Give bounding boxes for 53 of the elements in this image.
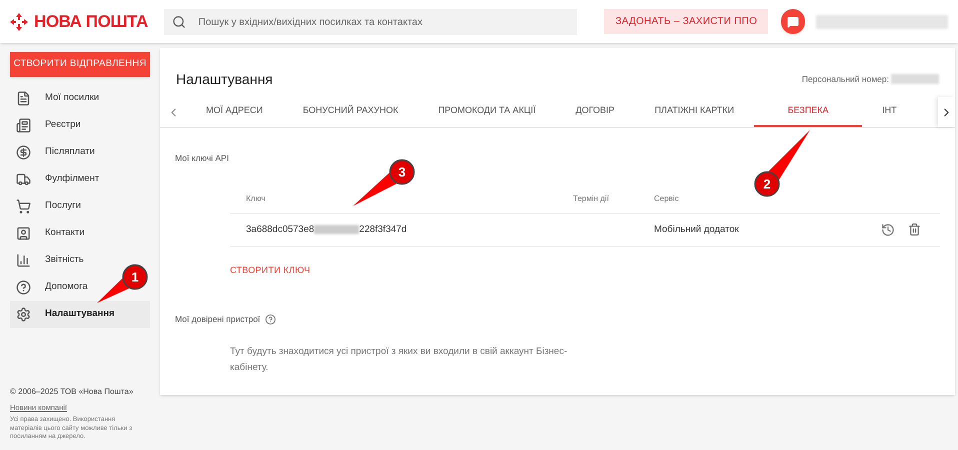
sidebar-item[interactable]: Мої посилки — [10, 85, 106, 112]
bar-chart-icon — [16, 253, 31, 268]
column-header: Сервіс — [654, 192, 679, 205]
sidebar-item[interactable]: Звітність — [10, 247, 90, 274]
sidebar-item[interactable]: Реєстри — [10, 112, 87, 139]
sidebar-item[interactable]: Налаштування — [10, 301, 150, 328]
column-header: Ключ — [245, 192, 266, 205]
api-key-text: 3a688dc0573e8 — [246, 222, 314, 237]
tab[interactable]: ДОГОВІР — [556, 97, 635, 127]
sidebar-item[interactable]: Контакти — [10, 220, 91, 247]
tab[interactable]: БЕЗПЕКА — [754, 97, 862, 127]
tab[interactable]: БОНУСНИЙ РАХУНОК — [282, 97, 418, 127]
tab[interactable]: МОЇ АДРЕСИ — [186, 97, 283, 127]
search-field[interactable]: Пошук у вхідних/вихідних посилках та контактах — [164, 9, 578, 35]
settings-icon — [16, 307, 31, 322]
document-icon — [16, 91, 31, 106]
search-icon — [172, 14, 186, 28]
donate-button[interactable]: ЗАДОНАТЬ – ЗАХИСТИ ППО — [604, 9, 768, 34]
logo-text: НОВА ПОШТА — [34, 10, 148, 33]
logo[interactable]: НОВА ПОШТА — [10, 8, 154, 34]
cart-icon — [16, 199, 31, 214]
dollar-icon — [16, 145, 31, 160]
refresh-icon[interactable] — [881, 222, 895, 237]
tabs-right-button[interactable] — [938, 97, 955, 127]
help-icon[interactable] — [265, 314, 276, 325]
sidebar-item[interactable]: Допомога — [10, 274, 94, 301]
copyright-text: © 2006–2025 ТОВ «Нова Пошта» — [10, 386, 134, 398]
create-key-button[interactable]: СТВОРИТИ КЛЮЧ — [230, 264, 310, 278]
sidebar-item[interactable]: Післяплати — [10, 139, 101, 166]
section-title: Мої довірені пристрої — [175, 312, 260, 326]
chat-icon — [787, 16, 800, 28]
sidebar-item[interactable]: Послуги — [10, 193, 87, 220]
column-header: Термін дії — [573, 192, 610, 205]
page-title: Налаштування — [176, 70, 273, 89]
tab[interactable]: ПРОМОКОДИ ТА АКЦІЇ — [418, 97, 556, 127]
tab[interactable]: ПЛАТІЖНІ КАРТКИ — [634, 97, 754, 127]
api-key-text: 228f3f347d — [359, 222, 407, 237]
redacted-number — [891, 74, 939, 84]
service-cell-text: Мобільний додаток — [654, 222, 740, 237]
truck-icon — [16, 172, 31, 187]
tab[interactable]: ІНТ — [862, 97, 917, 127]
help-icon — [16, 280, 31, 295]
delete-icon[interactable] — [908, 223, 921, 236]
empty-devices-text: Тут будуть знаходитися усі пристрої з яких ви входили в свій аккаунт Бізнес-кабінету. — [230, 344, 568, 374]
logo-icon — [10, 12, 28, 30]
contact-card-icon — [16, 226, 31, 241]
sidebar-item[interactable]: Фулфілмент — [10, 166, 106, 193]
create-shipment-button[interactable]: СТВОРИТИ ВІДПРАВЛЕННЯ — [10, 52, 150, 77]
section-title: Мої ключі API — [175, 152, 230, 165]
personal-number-label: Персональний номер: — [802, 72, 889, 86]
redacted-key-part — [314, 225, 360, 234]
chat-button[interactable] — [781, 9, 806, 34]
list-icon — [16, 118, 31, 133]
